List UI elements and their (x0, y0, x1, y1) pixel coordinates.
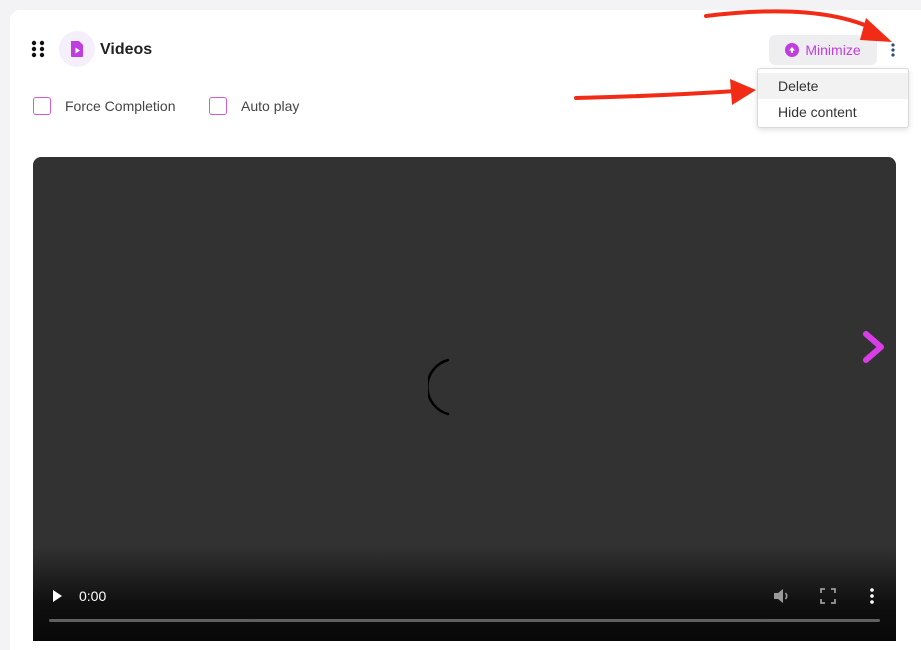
progress-bar[interactable] (49, 619, 880, 622)
more-options-icon[interactable] (868, 587, 876, 605)
play-icon[interactable] (50, 589, 64, 603)
auto-play-checkbox[interactable] (209, 97, 227, 115)
auto-play-label: Auto play (241, 98, 300, 114)
minimize-button[interactable]: Minimize (769, 35, 877, 65)
force-completion-checkbox[interactable] (33, 97, 51, 115)
time-display: 0:00 (79, 588, 107, 604)
controls-bar (33, 546, 896, 641)
menu-item-hide-content[interactable]: Hide content (758, 99, 908, 125)
force-completion-label: Force Completion (65, 98, 176, 114)
chevron-right-icon[interactable] (862, 329, 888, 365)
kebab-menu-icon[interactable] (885, 40, 901, 60)
video-icon (59, 31, 95, 67)
volume-icon[interactable] (773, 588, 791, 604)
menu-item-delete[interactable]: Delete (758, 73, 908, 99)
drag-handle-icon[interactable] (31, 40, 45, 58)
minimize-icon (785, 43, 800, 57)
minimize-label: Minimize (805, 42, 861, 58)
auto-play-option: Auto play (209, 97, 299, 115)
loading-spinner-icon (428, 358, 450, 416)
video-player[interactable]: 0:00 (33, 157, 896, 641)
force-completion-option: Force Completion (33, 97, 176, 115)
fullscreen-icon[interactable] (820, 588, 836, 604)
section-title: Videos (100, 41, 153, 58)
context-menu: Delete Hide content (757, 68, 909, 128)
